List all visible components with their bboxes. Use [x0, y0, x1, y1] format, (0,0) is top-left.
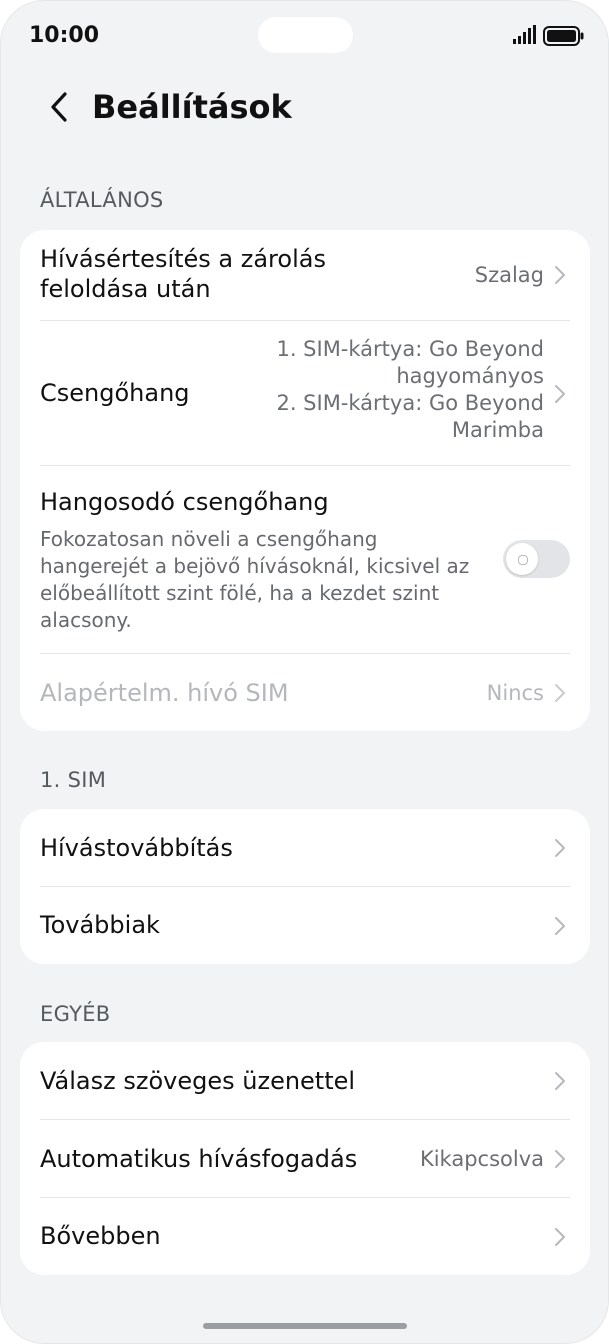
- call-forwarding-title: Hívástovábbítás: [40, 834, 233, 862]
- default-sim-value: Nincs: [486, 681, 544, 705]
- chevron-right-icon: [555, 839, 565, 857]
- sms-reply-title: Válasz szöveges üzenettel: [40, 1067, 356, 1095]
- sim1-more-row[interactable]: Továbbiak: [40, 887, 570, 964]
- page-title: Beállítások: [92, 88, 292, 126]
- status-bar: 10:00: [1, 1, 608, 73]
- sim1-settings-card: Hívástovábbítás Továbbiak: [20, 809, 590, 964]
- chevron-right-icon: [555, 917, 565, 935]
- sms-reply-row[interactable]: Válasz szöveges üzenettel: [40, 1042, 570, 1119]
- battery-full-icon: [543, 26, 584, 46]
- chevron-right-icon: [555, 385, 565, 403]
- default-sim-row[interactable]: Alapértelm. hívó SIM Nincs: [40, 654, 570, 731]
- chevron-right-icon: [555, 266, 565, 284]
- chevron-right-icon: [555, 1228, 565, 1246]
- section-label-sim1: 1. SIM: [40, 768, 107, 792]
- call-forwarding-row[interactable]: Hívástovábbítás: [40, 809, 570, 886]
- ringtone-title: Csengőhang: [40, 379, 190, 407]
- status-time: 10:00: [29, 23, 100, 48]
- home-indicator[interactable]: [203, 1323, 407, 1329]
- default-sim-title: Alapértelm. hívó SIM: [40, 679, 289, 707]
- phone-screen: 10:00 Beállítások ÁLTALÁNOS Hívásértesít…: [0, 0, 609, 1344]
- auto-answer-value: Kikapcsolva: [419, 1147, 544, 1171]
- chevron-right-icon: [555, 684, 565, 702]
- rising-ringtone-description: Fokozatosan növeli a csengőhang hangerej…: [40, 527, 470, 632]
- rising-ringtone-toggle[interactable]: [503, 540, 570, 578]
- toggle-knob: [506, 543, 538, 575]
- page-header: Beállítások: [1, 79, 608, 135]
- call-notification-row[interactable]: Hívásértesítés a zárolás feloldása után …: [40, 230, 570, 320]
- chevron-right-icon: [555, 1072, 565, 1090]
- other-settings-card: Válasz szöveges üzenettel Automatikus hí…: [20, 1042, 590, 1275]
- rising-ringtone-title: Hangosodó csengőhang: [40, 488, 329, 516]
- cellular-signal-icon: [513, 25, 536, 44]
- chevron-right-icon: [555, 1150, 565, 1168]
- rising-ringtone-row: Hangosodó csengőhang Fokozatosan növeli …: [40, 466, 570, 653]
- ringtone-value: 1. SIM-kártya: Go Beyond hagyományos 2. …: [276, 337, 544, 442]
- ringtone-row[interactable]: Csengőhang 1. SIM-kártya: Go Beyond hagy…: [40, 321, 570, 465]
- auto-answer-title: Automatikus hívásfogadás: [40, 1145, 358, 1173]
- other-more-row[interactable]: Bővebben: [40, 1198, 570, 1275]
- auto-answer-row[interactable]: Automatikus hívásfogadás Kikapcsolva: [40, 1120, 570, 1197]
- camera-notch: [258, 17, 353, 53]
- sim1-more-title: Továbbiak: [40, 911, 160, 939]
- call-notification-value: Szalag: [474, 263, 544, 287]
- call-notification-title: Hívásértesítés a zárolás feloldása után: [40, 245, 326, 303]
- section-label-general: ÁLTALÁNOS: [40, 188, 164, 212]
- chevron-left-icon: [51, 92, 67, 122]
- back-button[interactable]: [39, 87, 79, 127]
- section-label-other: EGYÉB: [40, 1002, 111, 1026]
- other-more-title: Bővebben: [40, 1222, 161, 1250]
- general-settings-card: Hívásértesítés a zárolás feloldása után …: [20, 230, 590, 731]
